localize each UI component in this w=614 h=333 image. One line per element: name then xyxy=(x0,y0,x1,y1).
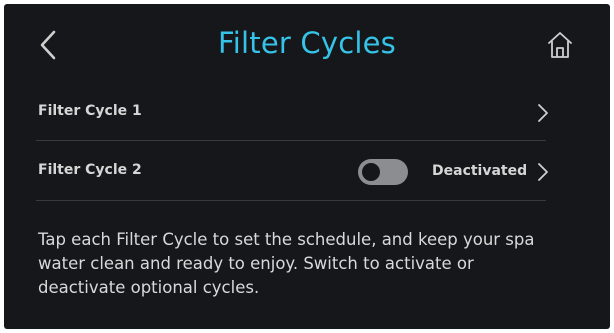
filter-cycle-2-row[interactable]: Filter Cycle 2 Deactivated xyxy=(36,154,548,194)
filter-cycle-2-label: Filter Cycle 2 xyxy=(38,162,142,178)
filter-cycle-1-row[interactable]: Filter Cycle 1 xyxy=(36,96,548,136)
home-icon xyxy=(548,32,572,58)
page-title: Filter Cycles xyxy=(217,26,396,60)
filter-cycle-1-label: Filter Cycle 1 xyxy=(38,103,142,119)
toggle-knob xyxy=(362,163,380,181)
help-text: Tap each Filter Cycle to set the schedul… xyxy=(38,230,535,297)
divider xyxy=(36,200,546,201)
header: Filter Cycles xyxy=(4,4,610,84)
chevron-right-icon xyxy=(538,104,548,122)
filter-cycle-2-toggle[interactable] xyxy=(358,159,408,185)
screen: Filter Cycles Filter Cycle 1 Filter Cycl… xyxy=(4,4,610,329)
divider xyxy=(36,140,546,141)
home-button[interactable] xyxy=(542,26,578,62)
filter-cycle-2-status: Deactivated xyxy=(432,163,528,179)
chevron-right-icon xyxy=(538,163,548,181)
